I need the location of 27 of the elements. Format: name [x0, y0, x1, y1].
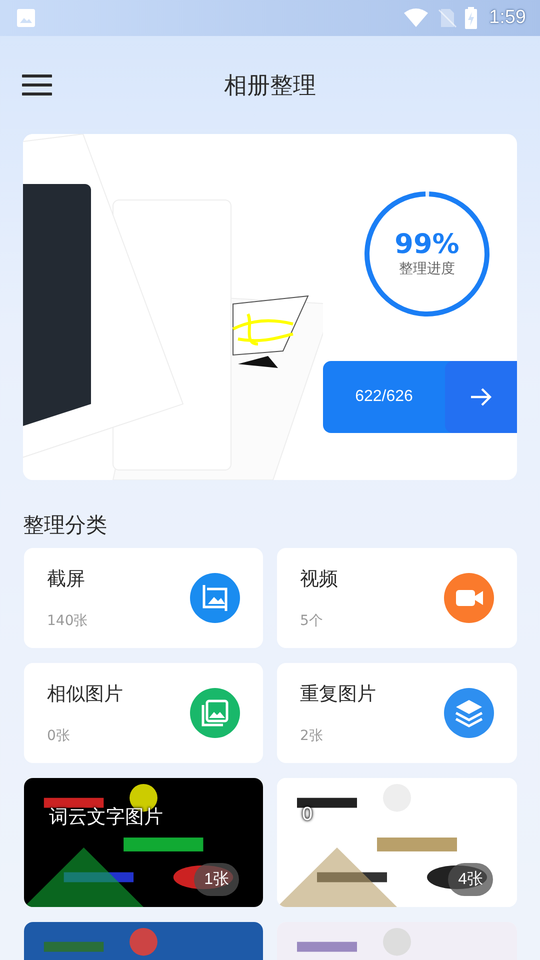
category-name: 重复图片 — [300, 682, 376, 707]
section-title: 整理分类 — [23, 512, 108, 539]
category-count: 5个 — [300, 612, 324, 630]
category-name: 相似图片 — [47, 682, 123, 707]
category-name: 视频 — [300, 567, 338, 592]
category-count: 2张 — [300, 727, 324, 745]
clock: 1:59 — [489, 7, 526, 29]
progress-label: 整理进度 — [399, 260, 455, 278]
category-card[interactable]: 视频 5个 — [277, 548, 517, 648]
category-card[interactable]: 重复图片 2张 — [277, 663, 517, 763]
category-card[interactable]: 截屏 140张 — [24, 548, 263, 648]
wifi-icon — [403, 8, 430, 28]
battery-icon — [465, 7, 478, 29]
page-title: 相册整理 — [224, 72, 316, 100]
progress-percent: 99% — [394, 230, 460, 260]
category-card[interactable]: 相似图片 0张 — [24, 663, 263, 763]
album-title: 词云文字图片 — [49, 806, 163, 830]
category-name: 截屏 — [47, 567, 86, 592]
category-count: 0张 — [47, 727, 71, 745]
photo-count: 622/626 — [354, 388, 414, 406]
menu-icon — [22, 73, 52, 97]
album-card[interactable]: 词云文字图片 1张 — [24, 778, 263, 907]
no-sim-icon — [437, 8, 458, 28]
category-count: 140张 — [47, 612, 88, 630]
album-title: 0 — [302, 804, 313, 826]
image-icon — [16, 8, 36, 28]
continue-button[interactable]: 622/626 — [323, 361, 517, 433]
